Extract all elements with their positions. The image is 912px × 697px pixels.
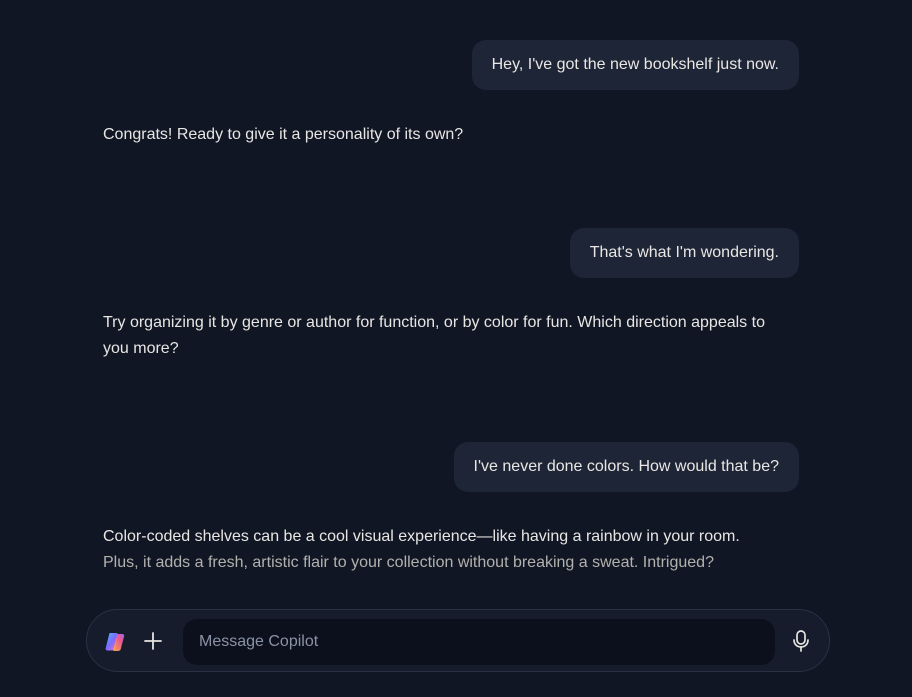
assistant-message: Color-coded shelves can be a cool visual… [103, 524, 823, 576]
microphone-icon [793, 630, 809, 652]
message-input[interactable] [183, 619, 775, 665]
message-composer [86, 609, 830, 672]
assistant-message-text: Congrats! Ready to give it a personality… [103, 126, 464, 143]
assistant-message: Try organizing it by genre or author for… [103, 310, 783, 362]
user-message-bubble: Hey, I've got the new bookshelf just now… [471, 40, 799, 90]
chat-page: Hey, I've got the new bookshelf just now… [0, 0, 912, 697]
add-attachment-button[interactable] [139, 627, 167, 655]
assistant-message: Congrats! Ready to give it a personality… [103, 122, 803, 148]
user-message-text: Hey, I've got the new bookshelf just now… [491, 56, 779, 73]
plus-icon [144, 632, 162, 650]
user-message-bubble: I've never done colors. How would that b… [453, 442, 799, 492]
user-message-text: I've never done colors. How would that b… [473, 458, 779, 475]
assistant-message-text: Try organizing it by genre or author for… [103, 314, 765, 357]
message-input-wrapper [183, 619, 775, 665]
user-message-bubble: That's what I'm wondering. [569, 228, 799, 278]
microphone-button[interactable] [787, 627, 815, 655]
assistant-message-line: Plus, it adds a fresh, artistic flair to… [103, 554, 714, 571]
assistant-message-line: Color-coded shelves can be a cool visual… [103, 528, 740, 545]
copilot-logo-icon[interactable] [103, 630, 127, 654]
user-message-text: That's what I'm wondering. [589, 244, 779, 261]
